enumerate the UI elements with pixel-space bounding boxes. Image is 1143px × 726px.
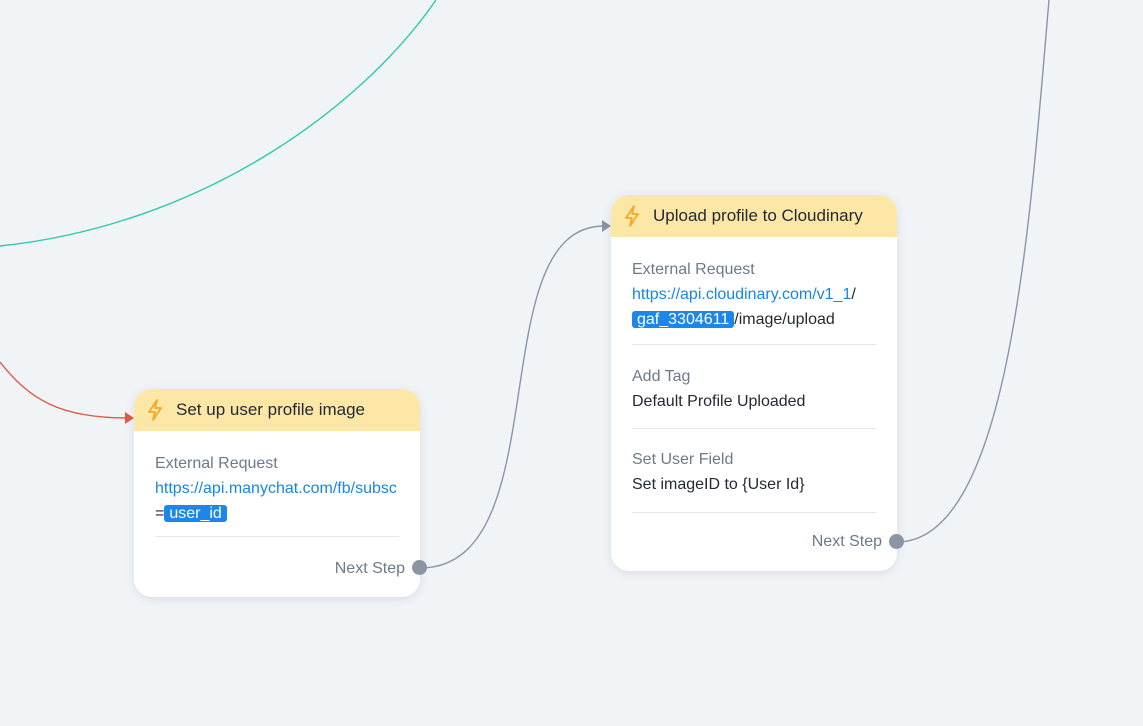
action-external-request[interactable]: External Request https://api.cloudinary.… bbox=[632, 237, 876, 345]
node-upload-profile-to-cloudinary[interactable]: Upload profile to Cloudinary External Re… bbox=[611, 195, 904, 571]
connector-red-arrow bbox=[125, 412, 134, 424]
action-add-tag[interactable]: Add Tag Default Profile Uploaded bbox=[632, 345, 876, 429]
request-url: https://api.cloudinary.com/v1_1/ bbox=[632, 282, 876, 307]
node-title: Set up user profile image bbox=[176, 400, 365, 419]
tag-value: Default Profile Uploaded bbox=[632, 393, 806, 410]
action-title: Set User Field bbox=[632, 451, 734, 468]
connector-node2-out bbox=[896, 0, 1050, 543]
request-url: https://api.manychat.com/fb/subsc bbox=[155, 480, 397, 497]
request-url-continued: gaf_3304611/image/upload bbox=[632, 307, 876, 332]
node-header[interactable]: Upload profile to Cloudinary bbox=[611, 195, 897, 237]
variable-chip: gaf_3304611 bbox=[632, 311, 735, 328]
lightning-icon bbox=[146, 399, 164, 421]
node-set-up-user-profile-image[interactable]: Set up user profile image External Reque… bbox=[134, 389, 427, 597]
node-title: Upload profile to Cloudinary bbox=[653, 206, 863, 225]
variable-chip: user_id bbox=[164, 505, 227, 522]
next-step-label: Next Step bbox=[334, 560, 405, 577]
url-slash: / bbox=[851, 286, 856, 303]
request-url-continued: = user_id bbox=[155, 501, 399, 526]
connector-node1-to-node2 bbox=[419, 225, 605, 569]
next-step-port[interactable] bbox=[889, 534, 904, 549]
action-title: External Request bbox=[632, 261, 755, 278]
url-equals: = bbox=[155, 505, 165, 522]
action-set-user-field[interactable]: Set User Field Set imageID to {User Id} bbox=[632, 429, 876, 513]
action-external-request[interactable]: External Request https://api.manychat.co… bbox=[155, 431, 399, 537]
node-header[interactable]: Set up user profile image bbox=[134, 389, 420, 431]
connection-layer bbox=[0, 0, 1050, 569]
connector-teal bbox=[0, 0, 437, 247]
next-step-port[interactable] bbox=[412, 560, 427, 575]
connector-red bbox=[0, 361, 129, 419]
user-field-value: Set imageID to {User Id} bbox=[632, 476, 805, 493]
next-step-label: Next Step bbox=[811, 533, 882, 550]
connector-node2-arrow bbox=[602, 220, 611, 232]
request-url-base: https://api.cloudinary.com/v1_1 bbox=[632, 286, 852, 303]
url-suffix: /image/upload bbox=[734, 311, 835, 328]
action-title: External Request bbox=[155, 455, 278, 472]
lightning-icon bbox=[623, 205, 641, 227]
action-title: Add Tag bbox=[632, 368, 691, 385]
